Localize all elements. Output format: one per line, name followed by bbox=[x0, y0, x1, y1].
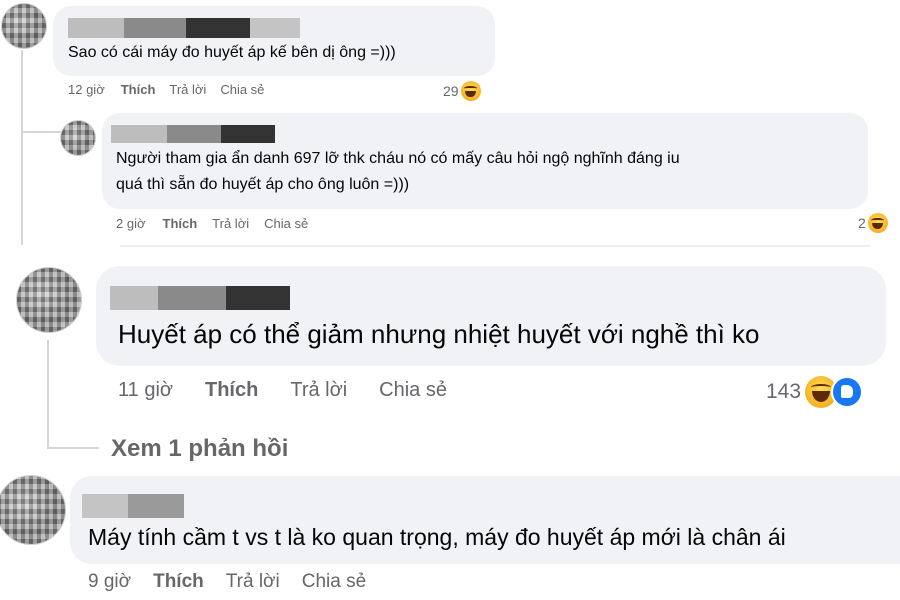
thread-line bbox=[21, 50, 23, 245]
reply-connector bbox=[47, 447, 99, 449]
view-replies-link[interactable]: Xem 1 phản hồi bbox=[111, 434, 288, 464]
reaction-count: 143 bbox=[766, 380, 802, 403]
share-button[interactable]: Chia sẻ bbox=[302, 571, 366, 593]
reaction-count: 29 bbox=[443, 83, 459, 99]
thread-line bbox=[47, 340, 49, 448]
reply-button[interactable]: Trả lời bbox=[169, 82, 206, 97]
reply-button[interactable]: Trả lời bbox=[212, 216, 249, 231]
comment-actions: 11 giờ Thích Trả lời Chia sẻ bbox=[118, 379, 447, 402]
comment-actions: 2 giờ Thích Trả lời Chia sẻ bbox=[116, 216, 308, 231]
comment-text: Sao có cái máy đo huyết áp kế bên dị ông… bbox=[68, 44, 396, 61]
comment-time[interactable]: 12 giờ bbox=[68, 82, 105, 97]
author-name-redacted[interactable] bbox=[68, 18, 300, 38]
comment-actions: 12 giờ Thích Trả lời Chia sẻ bbox=[68, 82, 264, 97]
comment-text-line-2: quá thì sẵn đo huyết áp cho ông luôn =))… bbox=[116, 176, 410, 193]
divider bbox=[120, 245, 870, 247]
share-button[interactable]: Chia sẻ bbox=[379, 379, 447, 402]
like-icon bbox=[831, 376, 864, 408]
reply-connector bbox=[21, 131, 61, 133]
author-name-redacted[interactable] bbox=[82, 494, 184, 518]
comment-text: Máy tính cầm t vs t là ko quan trọng, má… bbox=[88, 524, 786, 550]
haha-icon bbox=[460, 81, 481, 101]
haha-icon bbox=[867, 213, 888, 233]
comment-time[interactable]: 11 giờ bbox=[118, 379, 173, 402]
like-button[interactable]: Thích bbox=[163, 216, 198, 231]
avatar[interactable] bbox=[16, 267, 82, 333]
comment-time[interactable]: 9 giờ bbox=[88, 571, 131, 593]
avatar[interactable] bbox=[0, 475, 66, 545]
comment-bubble bbox=[53, 6, 495, 76]
avatar[interactable] bbox=[1, 3, 47, 49]
like-button[interactable]: Thích bbox=[205, 379, 258, 402]
like-button[interactable]: Thích bbox=[121, 82, 156, 97]
reaction-summary[interactable]: 29 bbox=[443, 81, 481, 101]
comment-time[interactable]: 2 giờ bbox=[116, 216, 146, 231]
like-button[interactable]: Thích bbox=[153, 571, 204, 593]
author-name-redacted[interactable] bbox=[110, 286, 290, 310]
comment-actions: 9 giờ Thích Trả lời Chia sẻ bbox=[88, 571, 366, 593]
share-button[interactable]: Chia sẻ bbox=[220, 82, 264, 97]
avatar[interactable] bbox=[60, 120, 96, 156]
reaction-summary[interactable]: 2 bbox=[858, 213, 888, 233]
comment-text: Huyết áp có thể giảm nhưng nhiệt huyết v… bbox=[118, 319, 760, 349]
reaction-summary[interactable]: 143 bbox=[766, 376, 864, 408]
reply-button[interactable]: Trả lời bbox=[226, 571, 280, 593]
author-name-redacted[interactable] bbox=[111, 125, 275, 143]
reply-button[interactable]: Trả lời bbox=[290, 379, 347, 402]
reaction-count: 2 bbox=[858, 215, 866, 231]
comment-bubble bbox=[96, 266, 886, 366]
share-button[interactable]: Chia sẻ bbox=[264, 216, 308, 231]
comment-text-line-1: Người tham gia ẩn danh 697 lỡ thk cháu n… bbox=[116, 150, 680, 167]
